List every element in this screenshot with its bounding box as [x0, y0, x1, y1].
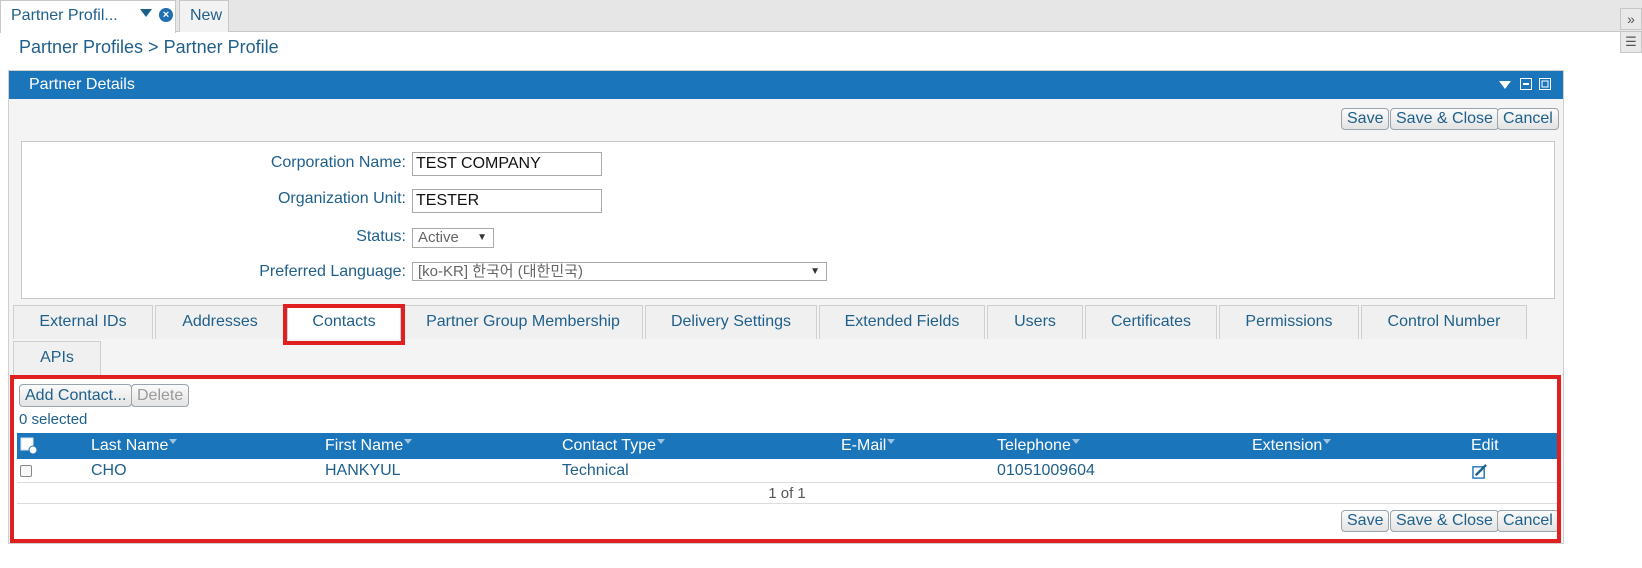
save-close-button-top[interactable]: Save & Close — [1390, 108, 1499, 130]
sort-icon — [656, 439, 665, 444]
cell-contact-type: Technical — [562, 462, 629, 479]
preferred-language-value: [ko-KR] 한국어 (대한민국) — [418, 263, 583, 280]
pager: 1 of 1 — [17, 484, 1557, 504]
doc-tab-label: Partner Profil... — [11, 7, 118, 24]
save-button-top[interactable]: Save — [1341, 108, 1390, 130]
doc-tab-new[interactable]: New — [179, 0, 229, 32]
contacts-grid-header: Last Name First Name Contact Type E-Mail… — [17, 433, 1557, 459]
status-label: Status: — [356, 228, 406, 245]
column-edit: Edit — [1471, 437, 1499, 454]
panel-menu-dropdown-icon[interactable] — [1499, 81, 1511, 89]
close-tab-icon[interactable]: × — [159, 8, 173, 22]
column-label: First Name — [325, 437, 404, 454]
tab-users[interactable]: Users — [987, 305, 1083, 339]
column-telephone[interactable]: Telephone — [997, 433, 1080, 459]
sort-icon — [1071, 439, 1080, 444]
minimize-icon[interactable] — [1520, 78, 1532, 90]
partner-form: Corporation Name: TEST COMPANY Organizat… — [21, 141, 1555, 299]
panel-header: Partner Details — [9, 71, 1563, 99]
tab-addresses[interactable]: Addresses — [155, 305, 285, 339]
column-label: Contact Type — [562, 437, 656, 454]
tab-permissions[interactable]: Permissions — [1219, 305, 1359, 339]
column-label: E-Mail — [841, 437, 887, 454]
dropdown-arrow-icon: ▼ — [477, 232, 487, 243]
sort-icon — [404, 439, 413, 444]
document-tab-strip: Partner Profil... × New » — [0, 0, 1642, 33]
maximize-icon[interactable] — [1539, 78, 1551, 90]
organization-unit-label: Organization Unit: — [277, 190, 406, 207]
delete-button[interactable]: Delete — [131, 384, 190, 407]
tab-delivery-settings[interactable]: Delivery Settings — [645, 305, 817, 339]
preferred-language-select[interactable]: [ko-KR] 한국어 (대한민국) ▼ — [412, 262, 827, 281]
partner-details-panel: Partner Details Save Save & Close Cancel… — [8, 70, 1564, 544]
column-label: Telephone — [997, 437, 1071, 454]
column-label: Extension — [1252, 437, 1323, 454]
cell-last-name[interactable]: CHO — [91, 459, 127, 483]
column-first-name[interactable]: First Name — [325, 433, 413, 459]
tab-contacts[interactable]: Contacts — [287, 305, 401, 339]
column-contact-type[interactable]: Contact Type — [562, 433, 665, 459]
cancel-button-top[interactable]: Cancel — [1497, 108, 1559, 130]
corporation-name-input[interactable]: TEST COMPANY — [412, 152, 602, 176]
sort-icon — [887, 439, 896, 444]
doc-tab-label: New — [190, 7, 223, 24]
tab-dropdown-arrow-icon[interactable] — [140, 9, 152, 17]
edit-icon[interactable] — [1472, 464, 1487, 479]
tab-control-number[interactable]: Control Number — [1361, 305, 1527, 339]
column-label: Last Name — [91, 437, 169, 454]
status-select-value: Active — [418, 229, 459, 246]
breadcrumb[interactable]: Partner Profiles > Partner Profile — [19, 37, 279, 58]
dropdown-arrow-icon: ▼ — [810, 266, 820, 277]
panel-title: Partner Details — [29, 76, 135, 93]
expand-panels-icon[interactable]: » — [1620, 8, 1642, 30]
column-email[interactable]: E-Mail — [841, 433, 896, 459]
tab-partner-group-membership[interactable]: Partner Group Membership — [403, 305, 643, 339]
tab-extended-fields[interactable]: Extended Fields — [819, 305, 985, 339]
panel-menu-icon[interactable]: ☰ — [1620, 31, 1642, 53]
selected-count: 0 selected — [19, 411, 88, 428]
cancel-button-bottom[interactable]: Cancel — [1497, 510, 1559, 532]
preferred-language-label: Preferred Language: — [259, 263, 406, 280]
save-button-bottom[interactable]: Save — [1341, 510, 1390, 532]
add-contact-button[interactable]: Add Contact... — [19, 384, 133, 407]
table-row[interactable]: CHO HANKYUL Technical 01051009604 — [17, 459, 1557, 483]
sort-icon — [1323, 439, 1332, 444]
column-extension[interactable]: Extension — [1252, 433, 1332, 459]
tab-apis[interactable]: APIs — [13, 341, 101, 375]
tab-certificates[interactable]: Certificates — [1085, 305, 1217, 339]
select-all-icon[interactable] — [20, 437, 38, 455]
corporation-name-label: Corporation Name: — [270, 154, 406, 171]
column-last-name[interactable]: Last Name — [91, 433, 178, 459]
save-close-button-bottom[interactable]: Save & Close — [1390, 510, 1499, 532]
tab-external-ids[interactable]: External IDs — [13, 305, 153, 339]
organization-unit-input[interactable]: TESTER — [412, 189, 602, 213]
sort-icon — [169, 439, 178, 444]
row-checkbox[interactable] — [20, 465, 32, 477]
cell-first-name: HANKYUL — [325, 462, 401, 479]
status-select[interactable]: Active ▼ — [412, 228, 494, 248]
cell-telephone: 01051009604 — [997, 462, 1095, 479]
